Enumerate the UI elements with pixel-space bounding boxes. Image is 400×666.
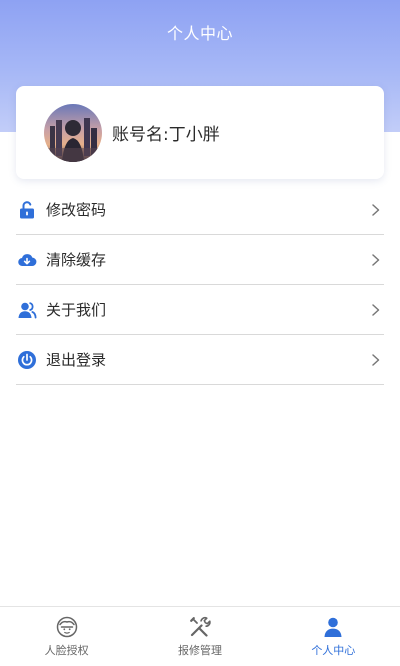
users-icon xyxy=(18,301,37,318)
chevron-right-icon xyxy=(372,253,380,266)
menu-item-change-password[interactable]: 修改密码 xyxy=(16,185,384,235)
page-title: 个人中心 xyxy=(166,24,233,43)
power-icon xyxy=(18,350,36,369)
face-icon xyxy=(56,616,77,638)
chevron-right-icon xyxy=(372,203,380,216)
menu-item-label: 修改密码 xyxy=(46,201,107,219)
person-icon xyxy=(324,617,342,637)
tab-label: 报修管理 xyxy=(177,644,222,657)
tab-repair-management[interactable]: 报修管理 xyxy=(133,607,266,666)
avatar[interactable] xyxy=(44,103,102,162)
menu-item-logout[interactable]: 退出登录 xyxy=(16,335,384,385)
bottom-tab-bar: 人脸授权 报修管理 个人中心 xyxy=(0,606,400,666)
tab-personal-center[interactable]: 个人中心 xyxy=(267,607,400,666)
cloud-download-icon xyxy=(18,253,37,266)
menu-item-label: 退出登录 xyxy=(46,351,107,369)
menu-item-label: 清除缓存 xyxy=(46,251,107,269)
tools-icon xyxy=(190,616,211,637)
chevron-right-icon xyxy=(372,353,380,366)
unlock-icon xyxy=(20,200,34,218)
chevron-right-icon xyxy=(372,303,380,316)
account-name: 账号名:丁小胖 xyxy=(112,125,220,145)
menu-item-clear-cache[interactable]: 清除缓存 xyxy=(16,235,384,285)
menu-item-about-us[interactable]: 关于我们 xyxy=(16,285,384,335)
settings-menu: 修改密码 清除缓存 关于我们 退出登录 xyxy=(16,185,384,385)
profile-card[interactable]: 账号名:丁小胖 xyxy=(16,86,384,179)
tab-label: 个人中心 xyxy=(311,644,356,657)
menu-item-label: 关于我们 xyxy=(46,301,107,319)
tab-label: 人脸授权 xyxy=(44,644,89,657)
tab-face-authorization[interactable]: 人脸授权 xyxy=(0,607,133,666)
